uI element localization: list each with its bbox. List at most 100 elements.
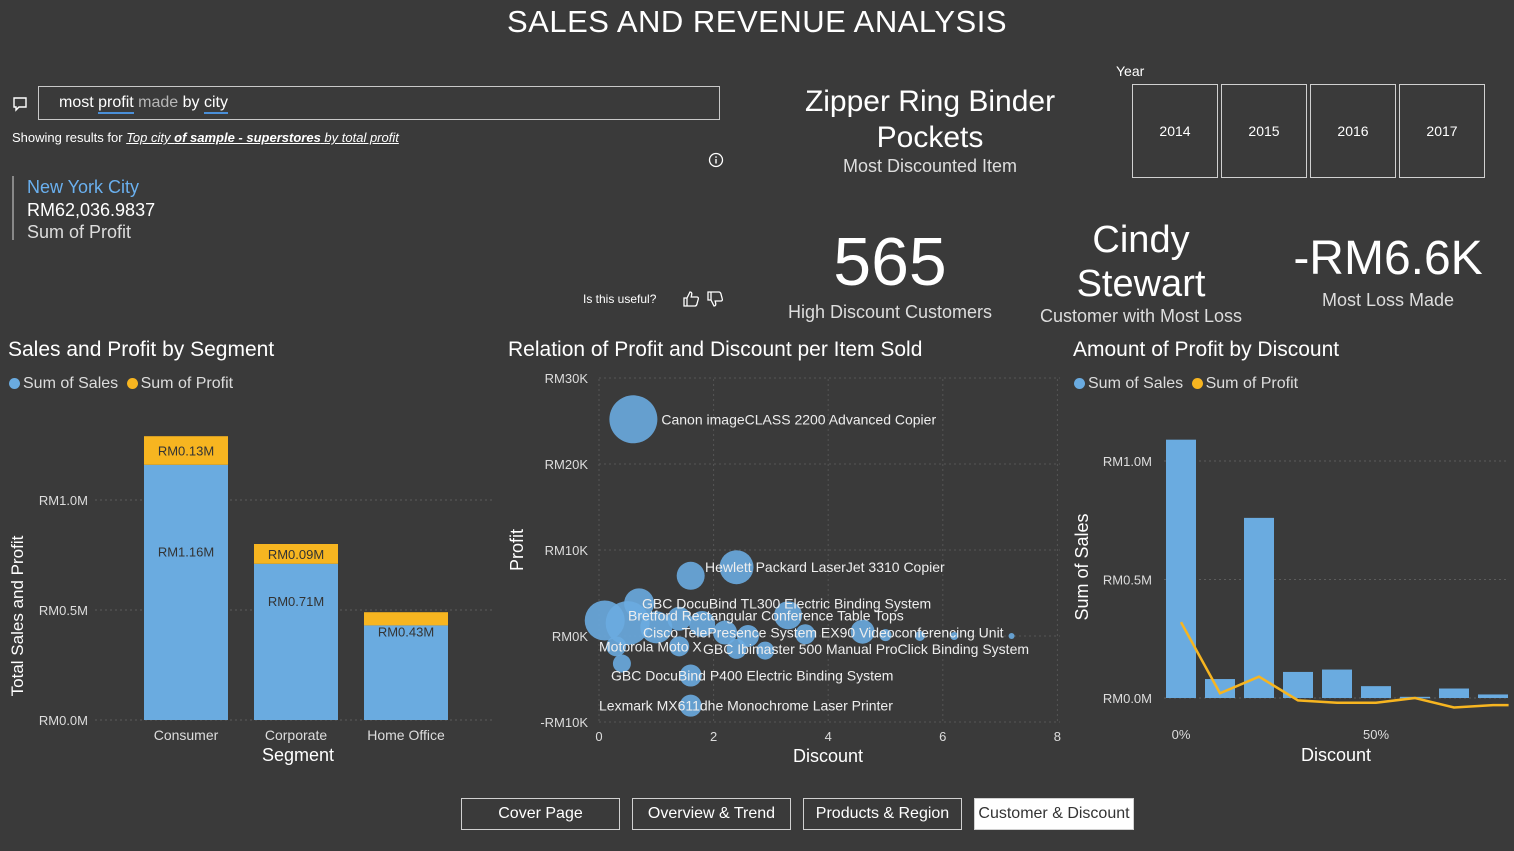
most-loss-customer-value: Cindy Stewart	[1076, 219, 1206, 305]
legend-dot-profit	[126, 378, 138, 389]
bar-sales-label: RM1.16M	[158, 544, 214, 559]
most-loss-label: Most Loss Made	[1321, 290, 1455, 310]
discount-chart-legend: Sum of Sales Sum of Profit	[1074, 375, 1298, 393]
x-tick-label: 0%	[1172, 727, 1191, 742]
discount-yaxis-title: Sum of Sales	[1072, 513, 1092, 620]
high-discount-customers-label: High Discount Customers	[787, 302, 993, 322]
scatter-yaxis-title: Profit	[507, 529, 527, 571]
qa-word: most	[59, 94, 94, 111]
year-slicer-label: Year	[1116, 63, 1145, 79]
nav-customer-discount-button[interactable]: Customer & Discount	[974, 798, 1134, 830]
qa-result-link[interactable]: Top city of sample - superstores by tota…	[126, 130, 399, 145]
segment-yaxis-title: Total Sales and Profit	[8, 535, 27, 696]
bar-sales-label: RM0.43M	[378, 625, 434, 640]
x-tick-label: 8	[1054, 729, 1061, 744]
qa-chat-icon[interactable]	[12, 96, 28, 112]
legend-label-sales[interactable]: Sum of Sales	[23, 375, 118, 392]
legend-dot-sales	[1074, 378, 1085, 389]
bubble-label: Motorola Moto X	[599, 638, 702, 654]
qa-word-city: city	[204, 94, 228, 114]
year-2015-button[interactable]: 2015	[1221, 84, 1307, 178]
qa-word: made	[138, 94, 179, 111]
y-tick-label: RM1.0M	[39, 493, 88, 508]
y-tick-label: RM20K	[545, 457, 589, 472]
qa-word: by	[182, 94, 200, 111]
qa-search-input[interactable]: most profit made by city	[38, 86, 720, 120]
bar-sales[interactable]	[254, 563, 338, 720]
bubble-label: GBC DocuBind P400 Electric Binding Syste…	[611, 668, 893, 684]
qa-answer-measure: Sum of Profit	[27, 222, 132, 242]
bar-sales[interactable]	[144, 464, 228, 720]
scatter-chart-title: Relation of Profit and Discount per Item…	[508, 338, 923, 361]
discount-xaxis-title: Discount	[1301, 745, 1371, 765]
x-tick-label: 2	[710, 729, 717, 744]
x-tick-label: 50%	[1363, 727, 1389, 742]
bar-sales-label: RM0.71M	[268, 594, 324, 609]
segment-chart: RM0.0M RM0.5M RM1.0M RM1.16M RM0.13M Consume…	[8, 436, 495, 765]
y-tick-label: RM0.5M	[1103, 573, 1152, 588]
y-tick-label: RM0.0M	[39, 713, 88, 728]
bar-sales[interactable]	[1439, 688, 1469, 698]
qa-result-description: Showing results for Top city of sample -…	[12, 130, 399, 145]
bar-sales[interactable]	[1478, 694, 1508, 698]
legend-dot-sales	[9, 378, 20, 389]
x-tick-label: 4	[825, 729, 832, 744]
bubble-label: Lexmark MX611dhe Monochrome Laser Printe…	[599, 698, 893, 714]
qa-answer-card: New York City RM62,036.9837 Sum of Profi…	[12, 176, 156, 242]
nav-cover-page-button[interactable]: Cover Page	[461, 798, 620, 830]
x-tick-label: Consumer	[154, 727, 219, 743]
qa-link-part: by total profit	[324, 130, 399, 145]
qa-link-part: Top city	[126, 130, 171, 145]
bubble-label: GBC Ibimaster 500 Manual ProClick Bindin…	[703, 641, 1029, 657]
bar-profit-label: RM0.09M	[268, 547, 324, 562]
x-tick-label: 6	[939, 729, 946, 744]
legend-label-profit[interactable]: Sum of Profit	[141, 375, 233, 392]
most-loss-value: -RM6.6K	[1293, 232, 1483, 285]
bar-sales[interactable]	[1166, 439, 1196, 698]
discount-chart: RM0.0M RM0.5M RM1.0M 0% 50% Discount Sum of …	[1072, 439, 1509, 765]
qa-word-profit: profit	[98, 94, 134, 114]
bubble-label: Hewlett Packard LaserJet 3310 Copier	[705, 559, 945, 575]
year-2017-button[interactable]: 2017	[1399, 84, 1485, 178]
y-tick-label: RM0.5M	[39, 603, 88, 618]
scatter-bubble[interactable]	[676, 561, 705, 590]
bar-sales[interactable]	[1361, 686, 1391, 698]
bar-sales[interactable]	[1322, 669, 1352, 698]
nav-products-region-button[interactable]: Products & Region	[803, 798, 962, 830]
year-2014-button[interactable]: 2014	[1132, 84, 1218, 178]
segment-chart-legend: Sum of Sales Sum of Profit	[9, 375, 233, 393]
y-tick-label: RM10K	[545, 543, 589, 558]
qa-query-text: most profit made by city	[59, 94, 228, 114]
discount-chart-title: Amount of Profit by Discount	[1073, 338, 1340, 361]
nav-overview-trend-button[interactable]: Overview & Trend	[632, 798, 791, 830]
qa-answer-value: RM62,036.9837	[27, 200, 156, 220]
segment-xaxis-title: Segment	[262, 745, 334, 765]
legend-dot-profit	[1191, 378, 1203, 389]
y-tick-label: RM30K	[545, 371, 589, 386]
year-2016-button[interactable]: 2016	[1310, 84, 1396, 178]
info-icon[interactable]	[708, 152, 724, 168]
segment-chart-title: Sales and Profit by Segment	[8, 338, 275, 361]
y-tick-label: -RM10K	[540, 715, 588, 730]
legend-label-sales[interactable]: Sum of Sales	[1088, 375, 1183, 392]
thumbs-up-icon[interactable]	[682, 290, 700, 308]
thumbs-down-icon[interactable]	[706, 290, 724, 308]
bar-profit[interactable]	[364, 612, 448, 626]
qa-answer-city: New York City	[27, 177, 140, 197]
legend-label-profit[interactable]: Sum of Profit	[1206, 375, 1298, 392]
y-tick-label: RM1.0M	[1103, 454, 1152, 469]
y-tick-label: RM0K	[552, 629, 588, 644]
high-discount-customers-value: 565	[833, 224, 947, 300]
bar-sales[interactable]	[1244, 517, 1274, 698]
bubble-label: Canon imageCLASS 2200 Advanced Copier	[661, 411, 936, 427]
useful-prompt: Is this useful?	[583, 292, 657, 306]
most-discounted-item-label: Most Discounted Item	[842, 156, 1018, 176]
scatter-bubble[interactable]	[609, 395, 658, 444]
scatter-chart: -RM10K RM0K RM10K RM20K RM30K 0 2 4 6 8 Canon ima…	[507, 371, 1061, 766]
scatter-bubble[interactable]	[1008, 633, 1015, 639]
x-tick-label: Corporate	[265, 727, 327, 743]
most-discounted-item-value: Zipper Ring Binder Pockets	[804, 85, 1056, 154]
bubble-label: Bretford Rectangular Conference Table To…	[628, 607, 904, 623]
qa-link-part: of sample - superstores	[174, 130, 321, 145]
page-title: SALES AND REVENUE ANALYSIS	[506, 4, 1007, 39]
